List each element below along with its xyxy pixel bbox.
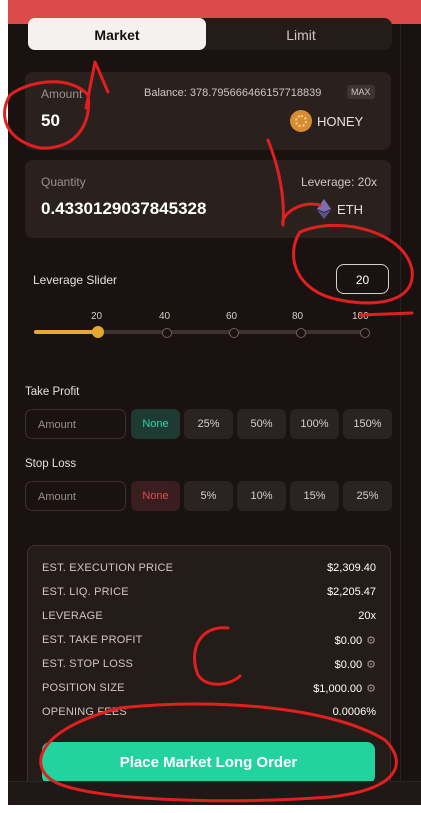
summary-value-wrap: $0.00 ⚙	[335, 658, 376, 671]
summary-row: OPENING FEES 0.0006%	[42, 706, 376, 724]
gear-icon[interactable]: ⚙	[366, 658, 376, 671]
gear-icon[interactable]: ⚙	[366, 682, 376, 695]
summary-row: LEVERAGE 20x	[42, 610, 376, 628]
tick-label-80: 80	[292, 311, 304, 322]
order-type-toggle: Market Limit	[28, 18, 392, 50]
tick-label-100: 100	[352, 311, 369, 322]
eth-icon	[317, 199, 331, 219]
balance-text: Balance: 378.795666466157718839	[144, 87, 322, 99]
tick-label-60: 60	[226, 311, 238, 322]
tp-option-none[interactable]: None	[131, 409, 180, 439]
take-profit-label: Take Profit	[25, 386, 80, 398]
sl-option-15[interactable]: 15%	[290, 481, 339, 511]
gear-icon[interactable]: ⚙	[366, 634, 376, 647]
summary-row: EST. STOP LOSS $0.00 ⚙	[42, 658, 376, 676]
sl-option-none[interactable]: None	[131, 481, 180, 511]
sl-option-10[interactable]: 10%	[237, 481, 286, 511]
tp-option-150[interactable]: 150%	[343, 409, 392, 439]
amount-token-label[interactable]: HONEY	[317, 114, 363, 129]
sl-option-25[interactable]: 25%	[343, 481, 392, 511]
leverage-slider-thumb[interactable]	[92, 326, 104, 338]
leverage-slider-fill	[34, 330, 98, 334]
summary-value: $2,205.47	[327, 586, 376, 598]
summary-label: LEVERAGE	[42, 610, 103, 622]
market-tab[interactable]: Market	[28, 18, 206, 50]
summary-value: $2,309.40	[327, 562, 376, 574]
leverage-slider-track[interactable]	[34, 330, 368, 334]
slider-tick-60[interactable]	[229, 328, 239, 338]
summary-value: 20x	[358, 610, 376, 622]
quantity-value: 0.4330129037845328	[41, 199, 207, 218]
tp-option-25[interactable]: 25%	[184, 409, 233, 439]
slider-tick-80[interactable]	[296, 328, 306, 338]
leverage-input[interactable]: 20	[336, 264, 389, 294]
summary-label: EST. LIQ. PRICE	[42, 586, 129, 598]
trade-panel: Market Limit Amount Balance: 378.7956664…	[8, 0, 421, 805]
summary-row: EST. TAKE PROFIT $0.00 ⚙	[42, 634, 376, 652]
tp-option-50[interactable]: 50%	[237, 409, 286, 439]
tick-label-40: 40	[159, 311, 171, 322]
summary-value-wrap: $0.00 ⚙	[335, 634, 376, 647]
summary-value: $1,000.00	[313, 683, 363, 695]
take-profit-input[interactable]: Amount	[25, 409, 126, 439]
summary-label: EST. EXECUTION PRICE	[42, 562, 174, 574]
summary-label: POSITION SIZE	[42, 682, 125, 694]
tp-option-100[interactable]: 100%	[290, 409, 339, 439]
honey-token-icon	[290, 110, 312, 132]
amount-label: Amount	[41, 87, 83, 101]
stop-loss-input[interactable]: Amount	[25, 481, 126, 511]
sl-option-5[interactable]: 5%	[184, 481, 233, 511]
summary-label: OPENING FEES	[42, 706, 127, 718]
summary-value: $0.00	[334, 659, 363, 671]
summary-row: EST. EXECUTION PRICE $2,309.40	[42, 562, 376, 580]
bottom-bar	[8, 781, 421, 805]
summary-label: EST. STOP LOSS	[42, 658, 134, 670]
divider	[400, 24, 401, 805]
summary-value: $0.00	[334, 635, 363, 647]
slider-tick-100[interactable]	[360, 328, 370, 338]
slider-tick-40[interactable]	[162, 328, 172, 338]
amount-input[interactable]: 50	[41, 111, 60, 131]
summary-value-wrap: $1,000.00 ⚙	[313, 682, 376, 695]
tick-label-20: 20	[91, 311, 103, 322]
place-order-button[interactable]: Place Market Long Order	[42, 742, 375, 784]
summary-label: EST. TAKE PROFIT	[42, 634, 143, 646]
quantity-label: Quantity	[41, 175, 86, 189]
quantity-token-label: ETH	[337, 202, 363, 217]
leverage-text: Leverage: 20x	[300, 175, 377, 189]
amount-card: Amount Balance: 378.795666466157718839 M…	[25, 72, 391, 150]
summary-row: POSITION SIZE $1,000.00 ⚙	[42, 682, 376, 700]
summary-value: 0.0006%	[332, 706, 376, 718]
leverage-slider-label: Leverage Slider	[33, 273, 118, 287]
limit-tab[interactable]: Limit	[210, 18, 392, 50]
stop-loss-label: Stop Loss	[25, 458, 77, 470]
summary-row: EST. LIQ. PRICE $2,205.47	[42, 586, 376, 604]
max-button[interactable]: MAX	[347, 85, 375, 99]
quantity-card: Quantity Leverage: 20x 0.433012903784532…	[25, 160, 391, 238]
